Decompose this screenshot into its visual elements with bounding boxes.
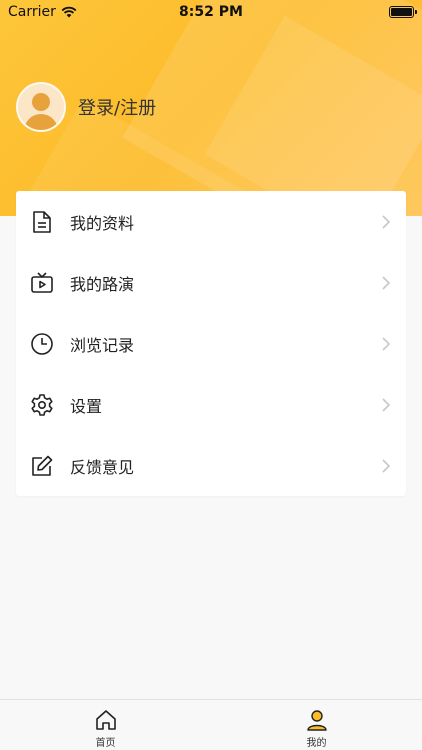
login-register-link[interactable]: 登录/注册	[78, 94, 156, 120]
home-icon	[95, 710, 116, 730]
menu-item-label: 我的路演	[70, 274, 135, 294]
menu-item-feedback[interactable]: 反馈意见	[16, 435, 406, 496]
chevron-right-icon	[382, 397, 391, 412]
avatar[interactable]	[16, 82, 66, 132]
menu-item-label: 浏览记录	[70, 335, 135, 355]
menu-item-my-profile[interactable]: 我的资料	[16, 191, 406, 252]
chevron-right-icon	[382, 214, 391, 229]
profile-login-area[interactable]: 登录/注册	[16, 82, 156, 132]
menu-item-browse-history[interactable]: 浏览记录	[16, 313, 406, 374]
tab-home[interactable]: 首页	[66, 708, 146, 749]
menu-card: 我的资料 我的路演 浏览记录 设置 反馈意见	[16, 191, 406, 496]
tab-mine[interactable]: 我的	[277, 708, 357, 749]
avatar-body	[24, 114, 58, 130]
status-bar: Carrier 8:52 PM	[0, 0, 422, 24]
document-icon	[30, 210, 54, 234]
tab-label: 我的	[306, 738, 327, 749]
battery-icon	[389, 6, 417, 18]
chevron-right-icon	[382, 336, 391, 351]
tv-play-icon	[30, 271, 54, 295]
edit-icon	[30, 454, 54, 478]
clock-icon	[30, 332, 54, 356]
chevron-right-icon	[382, 275, 391, 290]
status-time: 8:52 PM	[179, 4, 243, 20]
chevron-right-icon	[382, 458, 391, 473]
bottom-tab-bar: 首页 我的	[0, 699, 422, 750]
menu-item-settings[interactable]: 设置	[16, 374, 406, 435]
menu-item-label: 设置	[70, 396, 103, 416]
menu-item-label: 我的资料	[70, 213, 135, 233]
user-icon	[306, 710, 327, 731]
avatar-head	[32, 93, 50, 111]
menu-item-label: 反馈意见	[70, 457, 135, 477]
menu-item-my-roadshow[interactable]: 我的路演	[16, 252, 406, 313]
battery-level	[391, 8, 412, 16]
gear-icon	[30, 393, 54, 417]
tab-label: 首页	[95, 738, 116, 749]
